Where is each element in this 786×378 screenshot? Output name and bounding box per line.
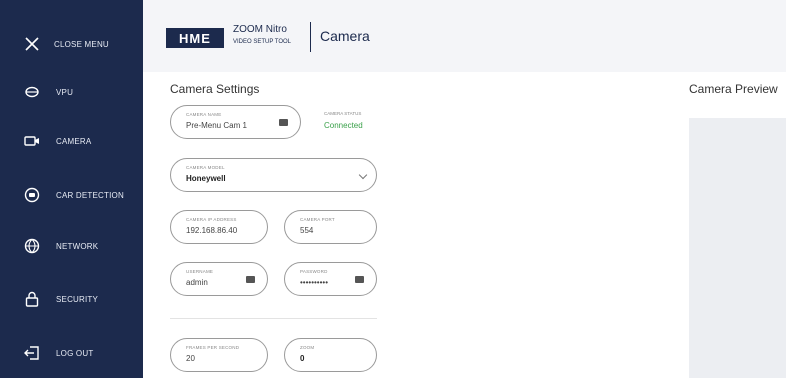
keyboard-icon	[246, 276, 255, 283]
camera-model-select[interactable]: Camera Model Honeywell	[170, 158, 377, 192]
header: HME ZOOM Nitro Video Setup Tool Camera	[143, 0, 786, 72]
password-label: Password	[300, 269, 328, 274]
camera-port-label: Camera Port	[300, 217, 335, 222]
zoom-label: Zoom	[300, 345, 315, 350]
vpu-icon	[22, 82, 42, 102]
keyboard-icon	[355, 276, 364, 283]
sidebar-item-label: Car Detection	[56, 190, 124, 200]
sidebar-item-network[interactable]: Network	[0, 226, 143, 266]
section-divider	[170, 318, 377, 319]
camera-model-label: Camera Model	[186, 165, 225, 170]
ip-address-field[interactable]: Camera IP Address 192.168.86.40	[170, 210, 268, 244]
sidebar-item-label: Camera	[56, 136, 92, 146]
username-field[interactable]: Username admin	[170, 262, 268, 296]
ip-address-label: Camera IP Address	[186, 217, 237, 222]
sidebar: Close Menu VPU Camera Car Detection Netw…	[0, 0, 143, 378]
camera-preview	[689, 118, 786, 378]
sidebar-item-car-detection[interactable]: Car Detection	[0, 175, 143, 215]
chevron-down-icon	[358, 170, 368, 180]
page-title: Camera	[320, 28, 370, 44]
close-menu-button[interactable]: Close Menu	[0, 24, 143, 64]
lock-icon	[22, 289, 42, 309]
password-value: ••••••••••	[300, 278, 329, 287]
section-title: Camera Settings	[170, 82, 260, 96]
camera-icon	[22, 131, 42, 151]
sidebar-item-label: Close Menu	[54, 39, 109, 49]
header-divider	[310, 22, 311, 52]
sidebar-item-vpu[interactable]: VPU	[0, 72, 143, 112]
product-name: ZOOM Nitro Video Setup Tool	[233, 24, 292, 46]
network-icon	[22, 236, 42, 256]
camera-status-value: Connected	[324, 121, 363, 130]
fps-label: Frames Per Second	[186, 345, 240, 350]
sidebar-item-label: Log Out	[56, 348, 94, 358]
fps-value: 20	[186, 354, 195, 363]
sidebar-item-camera[interactable]: Camera	[0, 121, 143, 161]
camera-status-label: Camera Status	[324, 111, 362, 116]
sidebar-item-label: Security	[56, 294, 99, 304]
camera-name-field[interactable]: Camera Name Pre-Menu Cam 1	[170, 105, 301, 139]
camera-status: Camera Status Connected	[324, 111, 363, 130]
keyboard-icon	[279, 119, 288, 126]
logout-icon	[22, 343, 42, 363]
username-value: admin	[186, 278, 208, 287]
username-label: Username	[186, 269, 214, 274]
product-name-line1: ZOOM Nitro	[233, 24, 287, 35]
close-icon	[22, 34, 42, 54]
sidebar-item-label: VPU	[56, 87, 74, 97]
camera-name-label: Camera Name	[186, 112, 222, 117]
fps-field[interactable]: Frames Per Second 20	[170, 338, 268, 372]
product-name-line2: Video Setup Tool	[233, 39, 292, 45]
car-detection-icon	[22, 185, 42, 205]
hme-logo: HME	[166, 28, 224, 48]
logout-button[interactable]: Log Out	[0, 333, 143, 373]
password-field[interactable]: Password ••••••••••	[284, 262, 377, 296]
camera-port-value: 554	[300, 226, 314, 235]
zoom-field[interactable]: Zoom 0	[284, 338, 377, 372]
camera-port-field[interactable]: Camera Port 554	[284, 210, 377, 244]
zoom-value: 0	[300, 354, 305, 363]
ip-address-value: 192.168.86.40	[186, 226, 238, 235]
sidebar-item-security[interactable]: Security	[0, 279, 143, 319]
camera-name-value: Pre-Menu Cam 1	[186, 121, 247, 130]
camera-model-value: Honeywell	[186, 174, 226, 183]
preview-title: Camera Preview	[689, 82, 778, 96]
sidebar-item-label: Network	[56, 241, 99, 251]
